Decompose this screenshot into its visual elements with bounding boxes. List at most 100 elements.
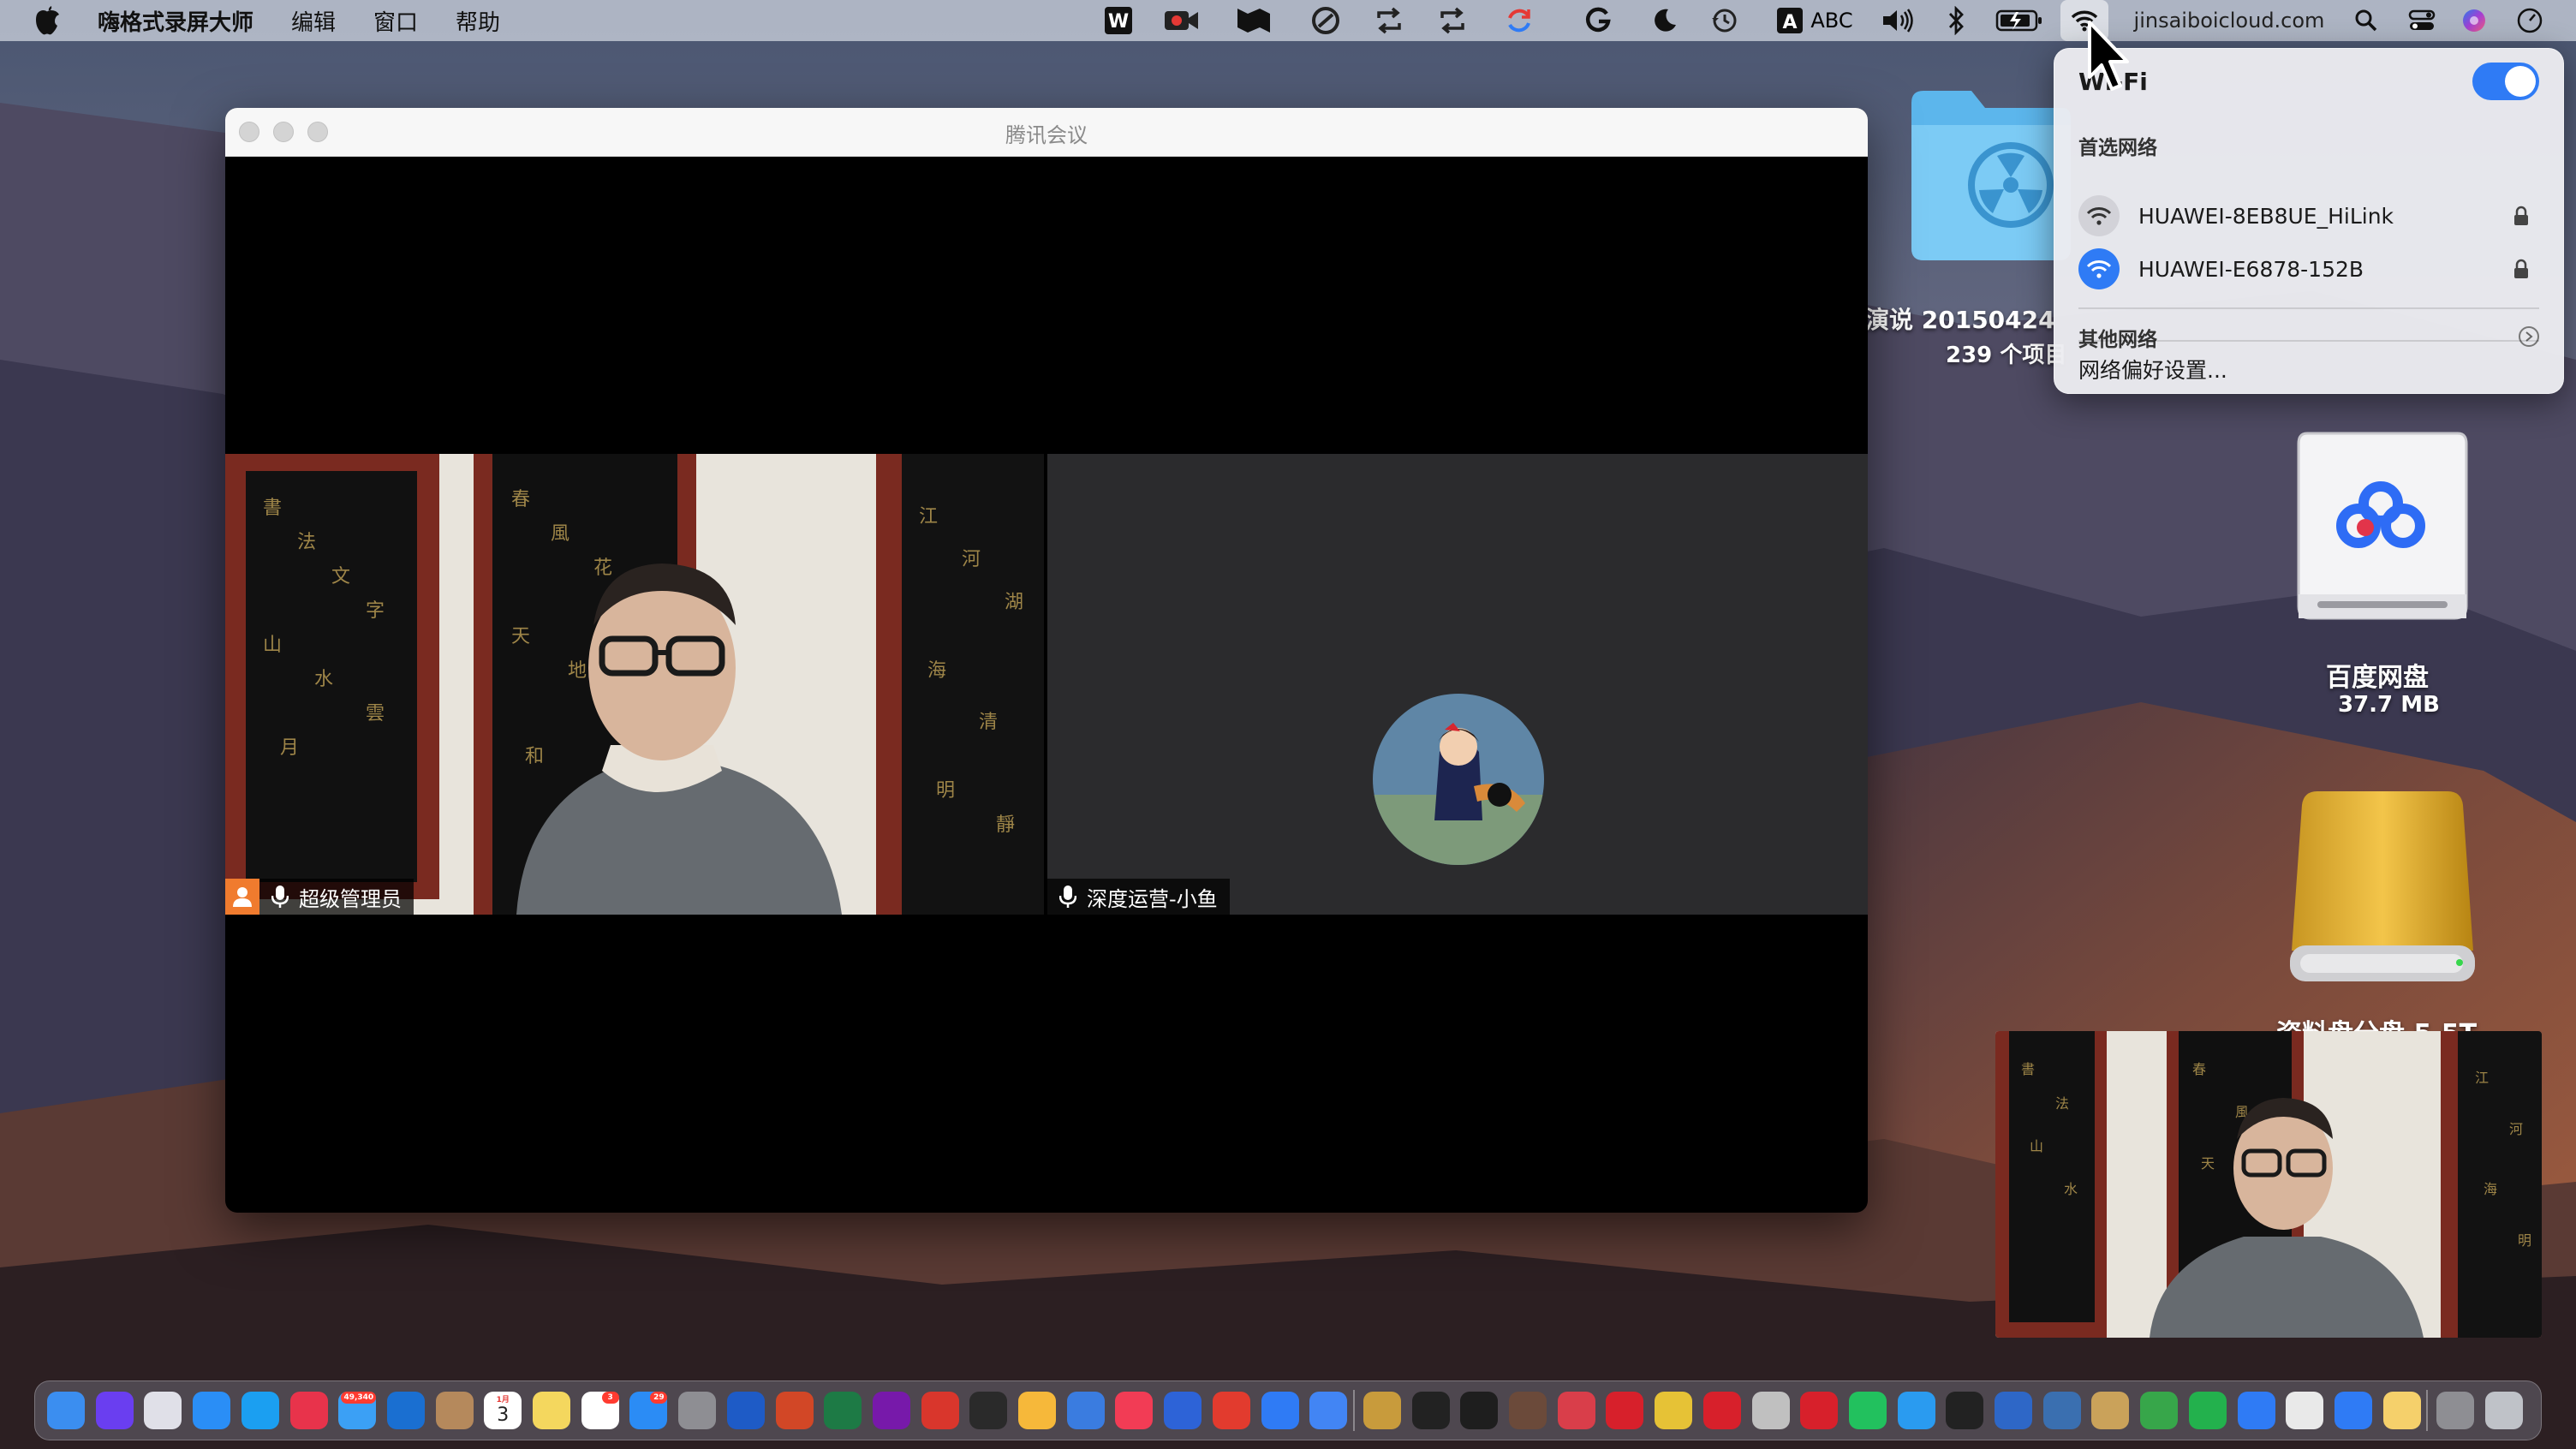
participant-video-tile[interactable]: 書法文字 山水雲月 春風花雨 天地人和 江河湖海 清明靜 超级管理员 — [225, 454, 1044, 915]
dock-chrome-icon[interactable] — [1309, 1392, 1348, 1429]
control-center-icon[interactable] — [2406, 0, 2437, 41]
chevron-right-icon[interactable] — [2519, 326, 2539, 347]
clock-icon[interactable] — [2514, 0, 2545, 41]
divider — [2078, 340, 2539, 342]
dock-app-g-icon[interactable] — [289, 1392, 328, 1429]
self-view-video[interactable]: 書法山水 春風天地 江河海明 — [1995, 1031, 2542, 1338]
dock-siri-icon[interactable] — [95, 1392, 134, 1429]
battery-icon[interactable] — [1995, 0, 2043, 41]
dock-wechat-icon[interactable] — [1848, 1392, 1887, 1429]
network-item[interactable]: HUAWEI-8EB8UE_HiLink — [2070, 191, 2548, 241]
recorder-status-icon[interactable] — [1163, 0, 1201, 41]
dock-app-blue-icon[interactable] — [2237, 1392, 2275, 1429]
dock-pdf-app-icon[interactable] — [1702, 1392, 1741, 1429]
wifi-toggle[interactable] — [2472, 63, 2539, 100]
app-menu[interactable]: 嗨格式录屏大师 — [98, 5, 253, 37]
menu-help[interactable]: 帮助 — [456, 5, 500, 37]
network-preferences-link[interactable]: 网络偏好设置... — [2078, 354, 2227, 385]
dock-quicktime-icon[interactable] — [969, 1392, 1008, 1429]
dock-pdf-expert-icon[interactable] — [921, 1392, 959, 1429]
dock-baidu-netdisk-icon[interactable] — [1261, 1392, 1299, 1429]
input-method-icon[interactable]: A — [1774, 0, 1805, 41]
dock-file-manager-icon[interactable] — [2436, 1392, 2475, 1429]
bluetooth-icon[interactable] — [1944, 0, 1968, 41]
dock-app-clock-icon[interactable] — [1946, 1392, 1984, 1429]
sync-status-icon[interactable] — [1374, 0, 1404, 41]
dock-launchpad-icon[interactable] — [144, 1392, 182, 1429]
dock-notes-icon[interactable] — [533, 1392, 570, 1429]
folder-icon[interactable] — [1903, 86, 2074, 265]
svg-text:江: 江 — [919, 506, 938, 528]
time-machine-icon[interactable] — [1709, 0, 1740, 41]
network-item-connected[interactable]: HUAWEI-E6878-152B — [2070, 244, 2548, 294]
apple-menu-icon[interactable] — [34, 3, 63, 38]
siri-icon[interactable] — [2460, 0, 2489, 41]
dock-app-box-icon[interactable] — [2382, 1392, 2421, 1429]
dock-app-green-icon[interactable] — [2188, 1392, 2227, 1429]
input-method-label[interactable]: ABC — [1809, 0, 1855, 41]
svg-text:A: A — [1782, 12, 1797, 33]
dock-mail-icon[interactable]: 49,340 — [338, 1392, 377, 1429]
dock-powerpoint-icon[interactable] — [775, 1392, 814, 1429]
external-disk-icon[interactable] — [2283, 783, 2482, 988]
menu-edit[interactable]: 编辑 — [291, 5, 336, 37]
dock-app-atom-icon[interactable] — [1557, 1392, 1595, 1429]
dock-excel-icon[interactable] — [824, 1392, 862, 1429]
menu-window[interactable]: 窗口 — [373, 5, 418, 37]
baidu-drive-label: 百度网盘 — [2326, 663, 2429, 693]
host-icon — [225, 879, 259, 915]
transfer-status-icon[interactable] — [1437, 0, 1468, 41]
dock-photos-icon[interactable] — [1018, 1392, 1056, 1429]
circle-status-icon[interactable] — [1310, 0, 1341, 41]
meeting-window[interactable]: 腾讯会议 書法文字 山水雲月 春風花雨 天地人和 江河湖海 清明靜 — [225, 108, 1868, 1213]
dock-calendar-icon[interactable]: 1月 3 — [484, 1392, 522, 1429]
dock-app-film-icon[interactable] — [1509, 1392, 1547, 1429]
dock-outlook-icon[interactable] — [386, 1392, 425, 1429]
dock-onenote-icon[interactable] — [872, 1392, 910, 1429]
dock-terminal-icon[interactable] — [1460, 1392, 1499, 1429]
dock-app-pdf-red-icon[interactable] — [1606, 1392, 1644, 1429]
dock-app-scissors-icon[interactable] — [1655, 1392, 1693, 1429]
volume-icon[interactable] — [1881, 0, 1917, 41]
dock-trash-icon[interactable] — [2485, 1392, 2523, 1429]
refresh-status-icon[interactable] — [1504, 0, 1535, 41]
svg-text:海: 海 — [927, 660, 946, 682]
dock-wps-icon[interactable] — [2334, 1392, 2372, 1429]
dock-wps-pdf-icon[interactable] — [1800, 1392, 1839, 1429]
dock-app-triangle-icon[interactable] — [1751, 1392, 1790, 1429]
search-icon[interactable] — [2353, 0, 2379, 41]
wps-status-icon[interactable]: W — [1101, 0, 1136, 41]
participant-avatar-tile[interactable]: 深度运营-小鱼 — [1047, 454, 1868, 915]
dock-system-preferences-icon[interactable] — [678, 1392, 717, 1429]
lock-icon — [2514, 259, 2528, 278]
dark-mode-icon[interactable] — [1649, 0, 1680, 41]
dock-app-list-icon[interactable] — [1164, 1392, 1202, 1429]
svg-text:水: 水 — [314, 669, 333, 690]
dock-app-red-icon[interactable] — [1212, 1392, 1250, 1429]
dock-app-net-icon[interactable] — [1995, 1392, 2032, 1429]
dock-music-icon[interactable] — [1115, 1392, 1154, 1429]
dock-app-store-icon[interactable]: 29 — [629, 1392, 668, 1429]
window-titlebar[interactable]: 腾讯会议 — [225, 108, 1868, 157]
film-status-icon[interactable] — [1235, 0, 1273, 41]
dock-preview-icon[interactable] — [1066, 1392, 1105, 1429]
dock-keka-icon[interactable] — [1363, 1392, 1401, 1429]
dock-app-brush-icon[interactable] — [2091, 1392, 2130, 1429]
dock-contacts-icon[interactable] — [435, 1392, 474, 1429]
dock-app-photo-icon[interactable] — [1897, 1392, 1935, 1429]
participant-name-badge: 深度运营-小鱼 — [1047, 879, 1230, 915]
dock-app-fox-icon[interactable] — [2286, 1392, 2324, 1429]
dock-typora-icon[interactable] — [1411, 1392, 1450, 1429]
dock-app-lamp-icon[interactable] — [2042, 1392, 2081, 1429]
grammarly-status-icon[interactable] — [1583, 0, 1613, 41]
baidu-drive-icon[interactable] — [2292, 426, 2473, 623]
dock-qq-browser-icon[interactable] — [241, 1392, 279, 1429]
dock-reminders-icon[interactable]: 3 — [581, 1392, 619, 1429]
dock-numbers-icon[interactable] — [2140, 1392, 2179, 1429]
other-networks-label[interactable]: 其他网络 — [2078, 323, 2157, 352]
dock-finder-icon[interactable] — [47, 1392, 85, 1429]
dock-word-icon[interactable] — [726, 1392, 765, 1429]
account-label[interactable]: jinsaiboicloud.com — [2131, 0, 2328, 41]
svg-text:天: 天 — [2201, 1155, 2215, 1172]
dock-safari-icon[interactable] — [193, 1392, 231, 1429]
